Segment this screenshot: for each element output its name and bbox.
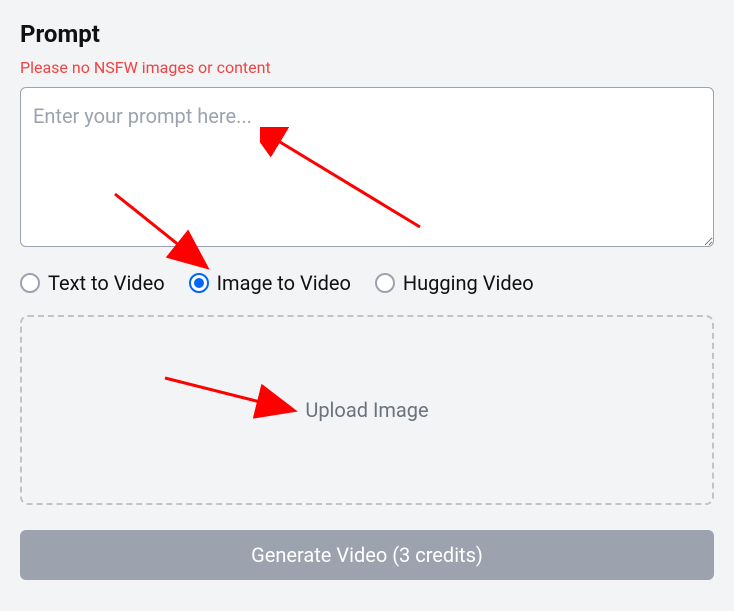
radio-icon: [20, 273, 40, 293]
radio-label: Image to Video: [217, 271, 351, 295]
nsfw-warning: Please no NSFW images or content: [20, 58, 714, 77]
radio-text-to-video[interactable]: Text to Video: [20, 271, 165, 295]
radio-label: Text to Video: [48, 271, 165, 295]
upload-dropzone[interactable]: Upload Image: [20, 315, 714, 505]
radio-hugging-video[interactable]: Hugging Video: [375, 271, 534, 295]
mode-radio-group: Text to Video Image to Video Hugging Vid…: [20, 271, 714, 295]
generate-button[interactable]: Generate Video (3 credits): [20, 530, 714, 580]
radio-icon: [375, 273, 395, 293]
section-heading: Prompt: [20, 20, 714, 48]
prompt-form: Prompt Please no NSFW images or content …: [20, 20, 714, 580]
prompt-textarea[interactable]: [20, 87, 714, 247]
radio-icon: [189, 273, 209, 293]
radio-label: Hugging Video: [403, 271, 534, 295]
radio-image-to-video[interactable]: Image to Video: [189, 271, 351, 295]
upload-label: Upload Image: [305, 398, 428, 422]
annotation-arrow-icon: [157, 372, 307, 422]
